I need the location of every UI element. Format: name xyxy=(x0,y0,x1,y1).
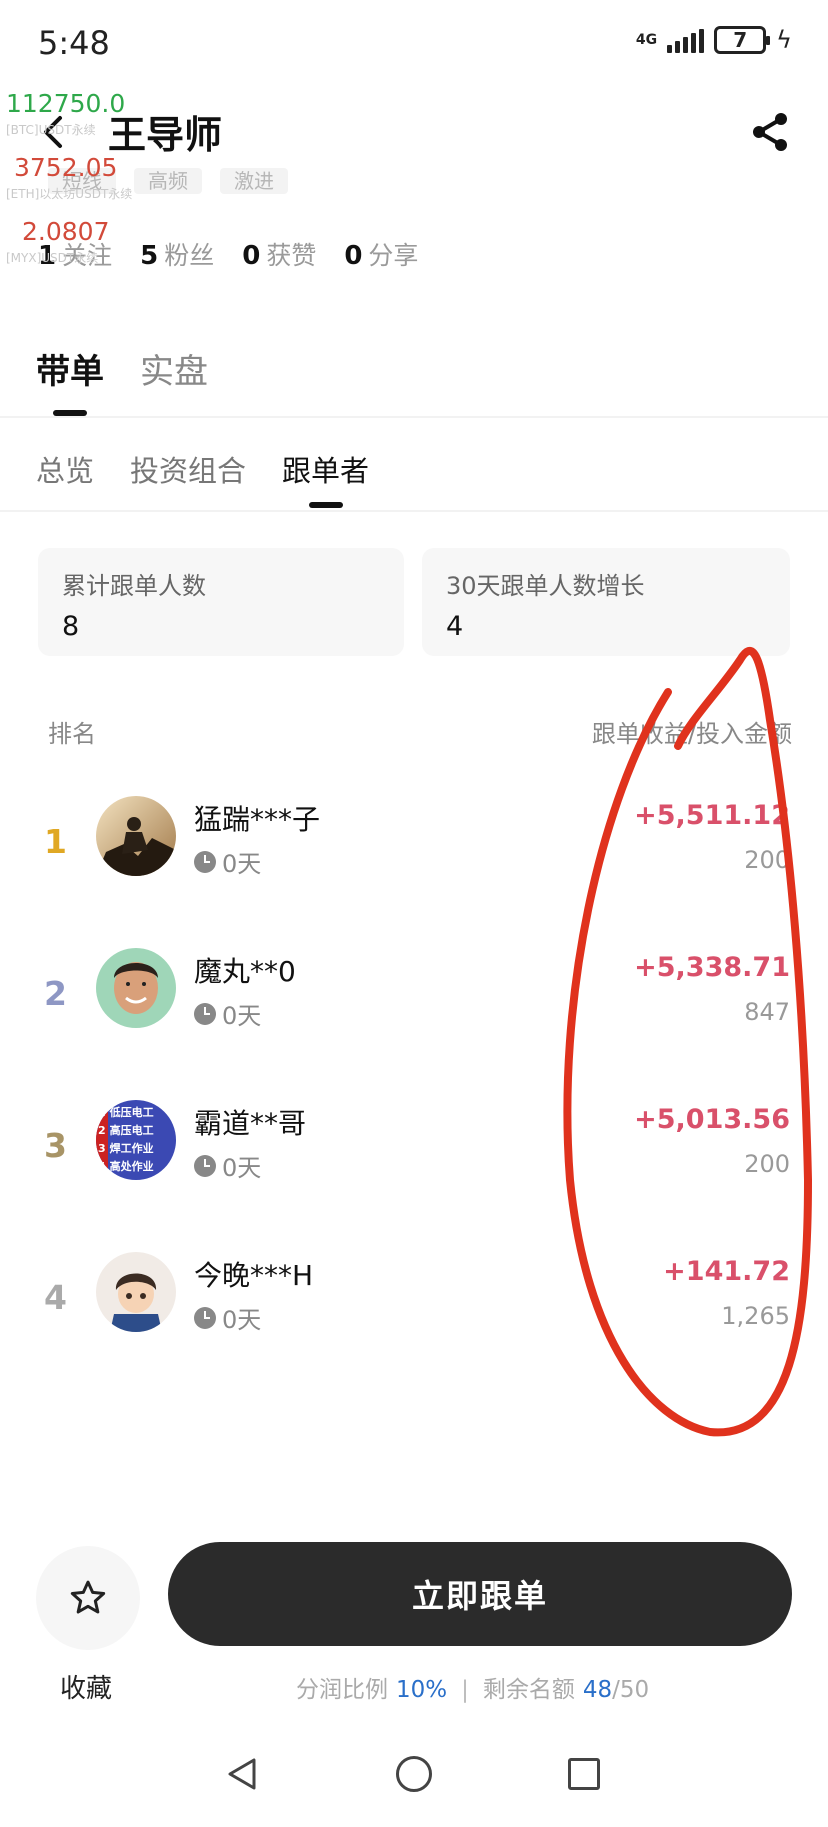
tab-copy-trading[interactable]: 带单 xyxy=(36,344,104,414)
battery-icon: 7 xyxy=(714,26,771,54)
divider xyxy=(0,416,828,418)
clock-icon xyxy=(194,1002,216,1025)
charging-icon: ϟ xyxy=(776,26,792,54)
ticker-myx: 2.0807 [MYX]USDT永续 xyxy=(6,218,166,282)
price-ticker-overlay[interactable]: 112750.0 [BTC]USDT永续 3752.05 [ETH]以太坊USD… xyxy=(6,90,166,282)
avatar xyxy=(96,1252,176,1332)
clock-icon xyxy=(194,1306,216,1329)
share-ratio-value: 10% xyxy=(396,1677,448,1703)
remaining-label: 剩余名额 xyxy=(482,1677,575,1703)
avatar: 1 低压电工 2 高压电工 3 焊工作业 4 高处作业 xyxy=(96,1100,176,1180)
rank-number: 1 xyxy=(44,822,67,861)
network-type: 4G xyxy=(635,32,658,48)
follow-now-button[interactable]: 立即跟单 xyxy=(168,1542,792,1646)
ticker-label: [MYX]USDT永续 xyxy=(6,251,99,265)
ticker-price: 3752.05 xyxy=(14,153,118,182)
rank-number: 4 xyxy=(44,1278,67,1317)
divider xyxy=(0,510,828,512)
ticker-price: 112750.0 xyxy=(6,89,126,118)
sub-tabs: 总览 投资组合 跟单者 xyxy=(36,448,369,504)
status-time: 5:48 xyxy=(38,24,110,62)
card-label: 30天跟单人数增长 xyxy=(446,572,645,600)
follow-duration: 0天 xyxy=(194,1148,261,1183)
star-icon xyxy=(70,1580,106,1614)
follower-profit: +5,013.56 xyxy=(634,1104,790,1135)
follower-row[interactable]: 3 1 低压电工 2 高压电工 3 焊工作业 4 高处作业 霸道**哥 0天 +5,01… xyxy=(0,1100,828,1220)
main-tabs: 带单 实盘 xyxy=(36,344,208,414)
total-followers-card: 累计跟单人数 8 xyxy=(38,548,404,656)
follower-profit: +5,511.12 xyxy=(634,800,790,831)
favorite-button[interactable] xyxy=(36,1546,140,1650)
avatar xyxy=(96,948,176,1028)
follower-investment: 847 xyxy=(744,998,790,1026)
follower-profit: +141.72 xyxy=(663,1256,790,1287)
follow-duration: 0天 xyxy=(194,844,261,879)
avatar xyxy=(96,796,176,876)
tab-overview[interactable]: 总览 xyxy=(36,448,94,504)
clock-icon xyxy=(194,1154,216,1177)
follower-row[interactable]: 1 猛踹***子 0天 +5,511.12 200 xyxy=(0,796,828,916)
tab-portfolio[interactable]: 投资组合 xyxy=(130,448,246,504)
favorite-label: 收藏 xyxy=(60,1674,113,1704)
follower-name: 魔丸**0 xyxy=(194,955,296,988)
follow-duration: 0天 xyxy=(194,996,261,1031)
share-icon[interactable] xyxy=(748,110,792,154)
ticker-btc: 112750.0 [BTC]USDT永续 xyxy=(6,90,166,154)
ticker-label: [ETH]以太坊USDT永续 xyxy=(6,187,133,201)
list-header: 排名 跟单收益/投入金额 xyxy=(48,714,792,749)
follower-row[interactable]: 4 今晚***H 0天 +141.72 1,265 xyxy=(0,1252,828,1372)
rank-number: 2 xyxy=(44,974,67,1013)
clock-icon xyxy=(194,850,216,873)
share-ratio-label: 分润比例 xyxy=(296,1677,388,1703)
profit-header: 跟单收益/投入金额 xyxy=(591,720,792,748)
rank-number: 3 xyxy=(44,1126,67,1165)
card-label: 累计跟单人数 xyxy=(62,572,206,600)
follower-name: 今晚***H xyxy=(194,1259,314,1292)
stat-shares: 0 分享 xyxy=(344,241,419,271)
remaining-slots: 48/50 xyxy=(582,1677,650,1703)
follower-investment: 1,265 xyxy=(721,1302,790,1330)
signal-icon xyxy=(667,27,705,53)
follow-duration: 0天 xyxy=(194,1300,261,1335)
follower-investment: 200 xyxy=(744,1150,790,1178)
separator: | xyxy=(461,1677,469,1703)
tab-live-trading[interactable]: 实盘 xyxy=(140,344,208,414)
tag: 激进 xyxy=(220,168,288,194)
system-nav-bar xyxy=(0,1740,828,1827)
nav-recents-icon[interactable] xyxy=(568,1758,600,1790)
ticker-price: 2.0807 xyxy=(22,217,110,246)
follower-investment: 200 xyxy=(744,846,790,874)
nav-home-icon[interactable] xyxy=(396,1756,432,1792)
follower-growth-card: 30天跟单人数增长 4 xyxy=(422,548,790,656)
card-value: 8 xyxy=(62,611,80,642)
follower-profit: +5,338.71 xyxy=(634,952,790,983)
status-icons: 4G 7 ϟ xyxy=(636,26,792,54)
status-bar: 5:48 4G 7 ϟ xyxy=(0,0,828,86)
follower-name: 霸道**哥 xyxy=(194,1107,307,1140)
ticker-eth: 3752.05 [ETH]以太坊USDT永续 xyxy=(6,154,166,218)
follower-name: 猛踹***子 xyxy=(194,803,321,836)
follower-row[interactable]: 2 魔丸**0 0天 +5,338.71 847 xyxy=(0,948,828,1068)
follow-info: 分润比例 10% | 剩余名额 48/50 xyxy=(296,1670,649,1704)
ticker-label: [BTC]USDT永续 xyxy=(6,123,96,137)
card-value: 4 xyxy=(446,611,464,642)
rank-header: 排名 xyxy=(48,720,96,748)
tab-followers[interactable]: 跟单者 xyxy=(282,448,369,504)
nav-back-icon[interactable] xyxy=(224,1756,260,1792)
stat-likes: 0 获赞 xyxy=(242,241,317,271)
